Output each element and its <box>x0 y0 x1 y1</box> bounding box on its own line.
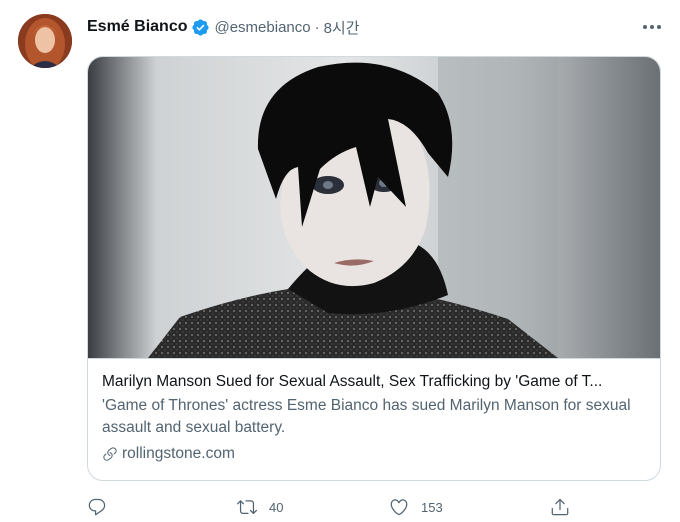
handle[interactable]: @esmebianco <box>214 19 310 36</box>
more-icon[interactable] <box>640 17 664 37</box>
share-button[interactable] <box>550 494 570 520</box>
verified-badge-icon <box>191 18 210 37</box>
like-icon <box>389 497 409 517</box>
display-name[interactable]: Esmé Bianco <box>87 18 187 36</box>
link-icon <box>102 446 118 462</box>
card-image <box>88 57 660 358</box>
timestamp[interactable]: 8시간 <box>324 17 360 38</box>
reply-button[interactable] <box>87 494 119 520</box>
share-icon <box>550 497 570 517</box>
tweet[interactable]: Esmé Bianco @esmebianco · 8시간 Marilyn Ma… <box>0 0 680 522</box>
retweet-icon <box>237 497 257 517</box>
tweet-actions: 40 153 <box>87 494 587 520</box>
card-description: 'Game of Thrones' actress Esme Bianco ha… <box>102 397 631 436</box>
like-button[interactable]: 153 <box>389 494 443 520</box>
like-count: 153 <box>421 499 443 515</box>
reply-icon <box>87 497 107 517</box>
retweet-count: 40 <box>269 499 284 515</box>
card-domain-text: rollingstone.com <box>122 445 235 462</box>
avatar[interactable] <box>18 14 72 68</box>
separator-dot: · <box>314 18 320 36</box>
card-body[interactable]: Marilyn Manson Sued for Sexual Assault, … <box>88 358 660 480</box>
retweet-button[interactable]: 40 <box>237 494 283 520</box>
card-title[interactable]: Marilyn Manson Sued for Sexual Assault, … <box>102 371 646 393</box>
link-card[interactable]: Marilyn Manson Sued for Sexual Assault, … <box>87 56 661 481</box>
card-domain[interactable]: rollingstone.com <box>102 443 646 465</box>
tweet-header: Esmé Bianco @esmebianco · 8시간 <box>87 16 360 38</box>
